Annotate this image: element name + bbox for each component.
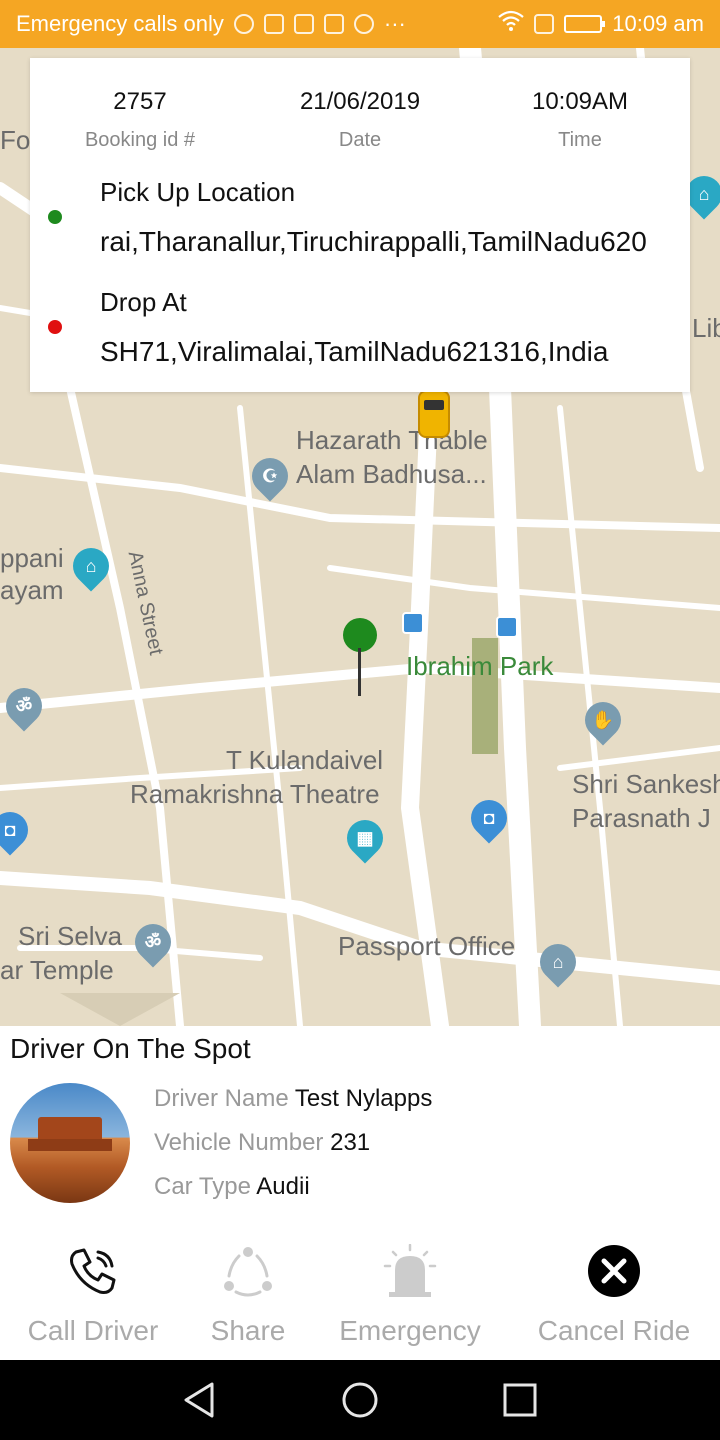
- chrome-icon: [353, 14, 374, 34]
- share-button[interactable]: Share: [158, 1240, 338, 1360]
- map-label-kulandaivel: T Kulandaivel: [226, 745, 384, 775]
- app-icon: [263, 14, 284, 34]
- pickup-title: Pick Up Location: [100, 177, 296, 207]
- status-time: 10:09 am: [612, 11, 704, 36]
- action-bar: Call Driver Share Emergency Cancel Ride: [0, 1240, 720, 1360]
- temple-pin-icon[interactable]: ॐ: [0, 680, 50, 732]
- museum-pin-icon[interactable]: ⌂: [678, 168, 720, 220]
- theatre-pin-icon[interactable]: ▦: [339, 812, 391, 864]
- map-label-shri-sankesh: Shri Sankesh: [572, 769, 720, 799]
- location-marker-icon[interactable]: [343, 618, 377, 698]
- cancel-ride-button[interactable]: Cancel Ride: [524, 1240, 704, 1360]
- map-label-ayam: ayam: [0, 575, 64, 605]
- temple-pin-icon[interactable]: ॐ: [127, 916, 179, 968]
- date-value: 21/06/2019: [299, 88, 421, 115]
- phone-icon: [70, 1248, 116, 1294]
- map-label-sri-selva: Sri Selva: [18, 921, 123, 951]
- booking-id-column: 2757 Booking id #: [30, 86, 250, 152]
- call-driver-button[interactable]: Call Driver: [3, 1240, 183, 1360]
- map-label-parasnath: Parasnath J: [572, 803, 711, 833]
- map-label-hazarath: Hazarath Thable: [296, 425, 488, 455]
- drop-title: Drop At: [100, 287, 187, 317]
- wifi-icon: [498, 10, 524, 38]
- government-pin-icon[interactable]: ⌂: [532, 936, 584, 988]
- drop-address: SH71,Viralimalai,TamilNadu621316,India: [100, 336, 609, 367]
- booking-id-caption: Booking id #: [84, 129, 196, 151]
- map-label-ppani: ppani: [0, 543, 64, 573]
- drop-dot-icon: [48, 320, 62, 334]
- driver-panel: Driver On The Spot Driver Name Test Nyla…: [0, 1026, 720, 1360]
- vehicle-number-label: Vehicle Number: [154, 1129, 324, 1156]
- youtube-icon: [293, 14, 314, 34]
- museum-pin-icon[interactable]: ⌂: [65, 540, 117, 592]
- home-icon[interactable]: [340, 1380, 380, 1420]
- driver-name-label: Driver Name: [154, 1085, 289, 1112]
- emergency-button[interactable]: Emergency: [320, 1240, 500, 1360]
- vehicle-number-value: 231: [330, 1129, 371, 1156]
- driver-name-row: Driver Name Test Nylapps: [154, 1083, 432, 1115]
- avatar-mesa-base-shape: [28, 1139, 112, 1151]
- car-type-value: Audii: [256, 1173, 310, 1200]
- cancel-ride-label: Cancel Ride: [537, 1315, 691, 1346]
- system-nav-bar: [0, 1360, 720, 1440]
- map-label-ar-temple: ar Temple: [0, 955, 114, 985]
- recents-icon[interactable]: [500, 1380, 540, 1420]
- call-driver-label: Call Driver: [27, 1315, 159, 1346]
- alarm-icon: [383, 1244, 437, 1297]
- map-label-lib: Lib: [692, 313, 720, 343]
- shopping-pin-icon[interactable]: ◘: [463, 792, 515, 844]
- time-value: 10:09AM: [531, 88, 629, 115]
- emergency-label: Emergency: [339, 1315, 481, 1346]
- app-icon: [323, 14, 344, 34]
- bus-stop-icon[interactable]: [402, 612, 424, 634]
- booking-id-value: 2757: [113, 88, 167, 115]
- driver-section-title: Driver On The Spot: [10, 1033, 251, 1064]
- map-label-alam: Alam Badhusa...: [296, 459, 487, 489]
- time-caption: Time: [558, 129, 602, 151]
- car-type-label: Car Type: [154, 1173, 251, 1200]
- share-label: Share: [210, 1315, 286, 1346]
- carrier-text: Emergency calls only: [16, 11, 224, 36]
- map-label-ramakrishna: Ramakrishna Theatre: [130, 779, 380, 809]
- time-column: 10:09AM Time: [470, 86, 690, 152]
- car-type-row: Car Type Audii: [154, 1171, 310, 1203]
- mosque-pin-icon[interactable]: ☪: [244, 450, 296, 502]
- pickup-address: rai,Tharanallur,Tiruchirappalli,TamilNad…: [100, 226, 647, 257]
- hand-pin-icon[interactable]: ✋: [577, 694, 629, 746]
- map-label-ibrahim-park: Ibrahim Park: [406, 651, 554, 681]
- share-icon: [224, 1247, 272, 1297]
- driver-avatar: [10, 1083, 130, 1203]
- pickup-dot-icon: [48, 210, 62, 224]
- vehicle-number-row: Vehicle Number 231: [154, 1127, 370, 1159]
- date-column: 21/06/2019 Date: [250, 86, 470, 152]
- date-caption: Date: [338, 129, 382, 151]
- battery-charging-icon: [564, 15, 606, 33]
- close-icon: [588, 1245, 640, 1297]
- usb-icon: [233, 14, 254, 34]
- shopping-pin-icon[interactable]: ◘: [0, 804, 36, 856]
- overflow-icon: ···: [383, 11, 406, 36]
- booking-card: 2757 Booking id # 21/06/2019 Date 10:09A…: [30, 58, 690, 392]
- back-icon[interactable]: [180, 1380, 220, 1420]
- bus-stop-icon[interactable]: [496, 616, 518, 638]
- sim-alert-icon: [534, 14, 555, 34]
- map-label-passport-office: Passport Office: [338, 931, 516, 961]
- taxi-icon: [418, 390, 450, 438]
- status-bar: Emergency calls only ··· 10:09 am: [0, 0, 720, 48]
- driver-name-value: Test Nylapps: [294, 1085, 433, 1112]
